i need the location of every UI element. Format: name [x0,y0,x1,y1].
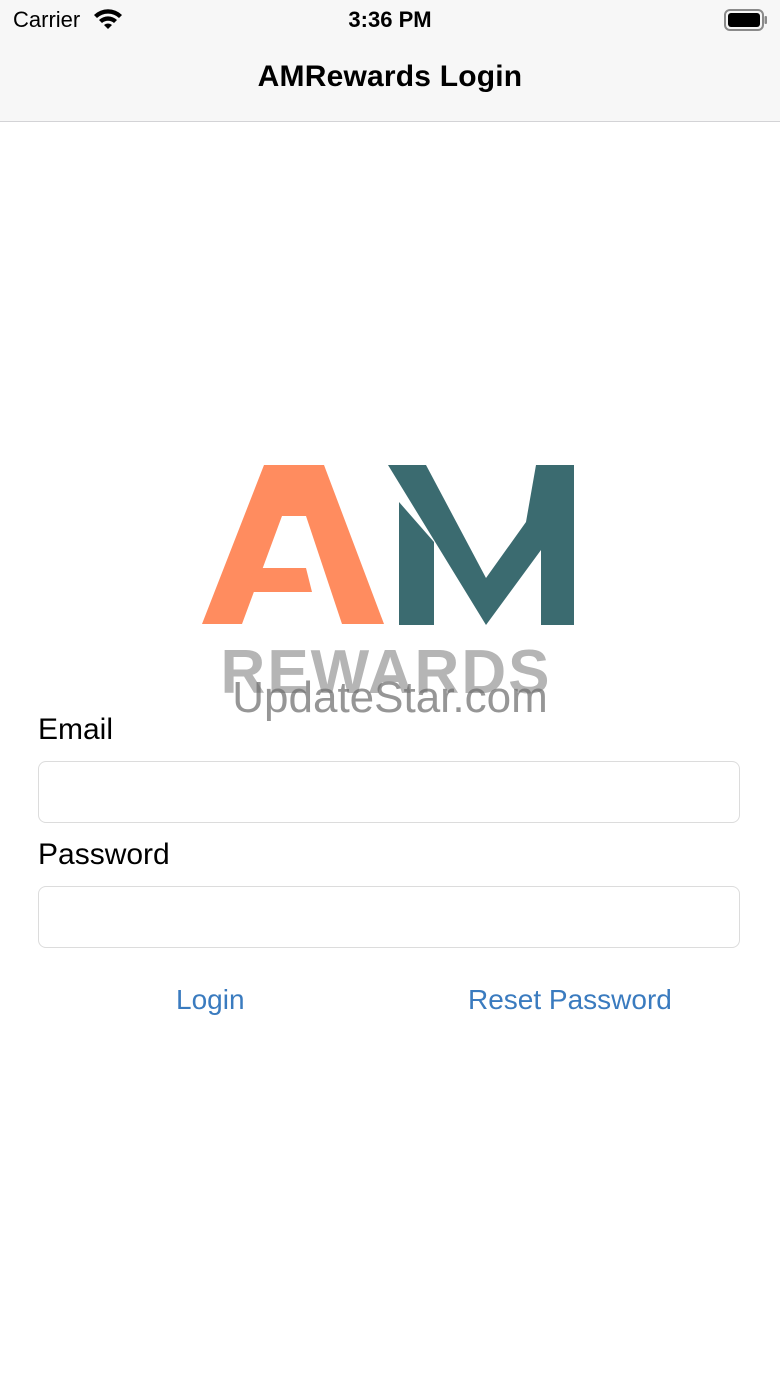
navigation-bar: AMRewards Login [0,40,780,122]
amrewards-logo: REWARDS [202,465,574,700]
page-title: AMRewards Login [257,60,523,93]
password-label: Password [38,838,170,871]
status-time: 3:36 PM [348,7,432,32]
password-field[interactable] [38,886,740,948]
watermark: UpdateStar.com [232,673,548,722]
email-label: Email [38,713,114,746]
login-button[interactable]: Login [176,984,245,1016]
email-field[interactable] [38,761,740,823]
logo-letter-a-bar [246,568,312,592]
battery-icon [724,9,767,31]
logo-letter-a [202,465,384,624]
reset-password-button[interactable]: Reset Password [468,984,672,1016]
status-bar: Carrier 3:36 PM [0,0,780,40]
